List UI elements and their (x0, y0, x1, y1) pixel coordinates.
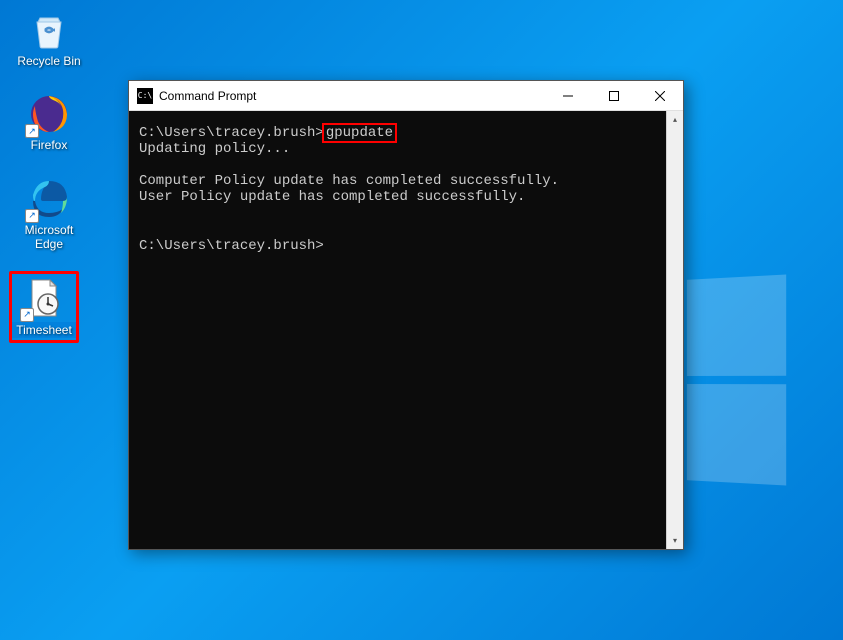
shortcut-arrow-icon: ↗ (20, 308, 34, 322)
cmd-prompt-path: C:\Users\tracey.brush> (139, 238, 324, 254)
cmd-title: Command Prompt (159, 89, 545, 103)
cmd-output-line: User Policy update has completed success… (139, 189, 525, 205)
edge-label: Microsoft Edge (14, 223, 84, 252)
maximize-button[interactable] (591, 81, 637, 111)
cmd-command-highlighted: gpupdate (322, 123, 397, 143)
shortcut-arrow-icon: ↗ (25, 209, 39, 223)
recycle-bin-icon[interactable]: Recycle Bin (14, 8, 84, 68)
recycle-bin-image (27, 8, 71, 52)
recycle-bin-label: Recycle Bin (17, 54, 80, 68)
firefox-icon[interactable]: ↗ Firefox (14, 92, 84, 152)
cmd-output-line: Computer Policy update has completed suc… (139, 173, 559, 189)
cmd-content[interactable]: C:\Users\tracey.brush>gpupdate Updating … (129, 111, 666, 549)
cmd-app-icon: C:\ (137, 88, 153, 104)
firefox-label: Firefox (31, 138, 68, 152)
edge-icon[interactable]: ↗ Microsoft Edge (14, 177, 84, 252)
cmd-output-line: Updating policy... (139, 141, 290, 157)
firefox-image: ↗ (27, 92, 71, 136)
minimize-button[interactable] (545, 81, 591, 111)
window-controls (545, 81, 683, 111)
timesheet-label: Timesheet (12, 322, 76, 338)
cmd-body: C:\Users\tracey.brush>gpupdate Updating … (129, 111, 683, 549)
timesheet-image: ↗ (22, 276, 66, 320)
close-button[interactable] (637, 81, 683, 111)
desktop-icons-container: Recycle Bin ↗ Firefox ↗ Microsoft Edge (14, 8, 84, 338)
command-prompt-window: C:\ Command Prompt C:\Users\tracey.brush… (128, 80, 684, 550)
cmd-prompt-path: C:\Users\tracey.brush> (139, 125, 324, 141)
shortcut-arrow-icon: ↗ (25, 124, 39, 138)
scroll-up-button[interactable]: ▴ (667, 111, 683, 128)
cmd-scrollbar[interactable]: ▴ ▾ (666, 111, 683, 549)
scroll-down-button[interactable]: ▾ (667, 532, 683, 549)
timesheet-icon[interactable]: ↗ Timesheet (9, 271, 79, 343)
cmd-titlebar[interactable]: C:\ Command Prompt (129, 81, 683, 111)
edge-image: ↗ (27, 177, 71, 221)
